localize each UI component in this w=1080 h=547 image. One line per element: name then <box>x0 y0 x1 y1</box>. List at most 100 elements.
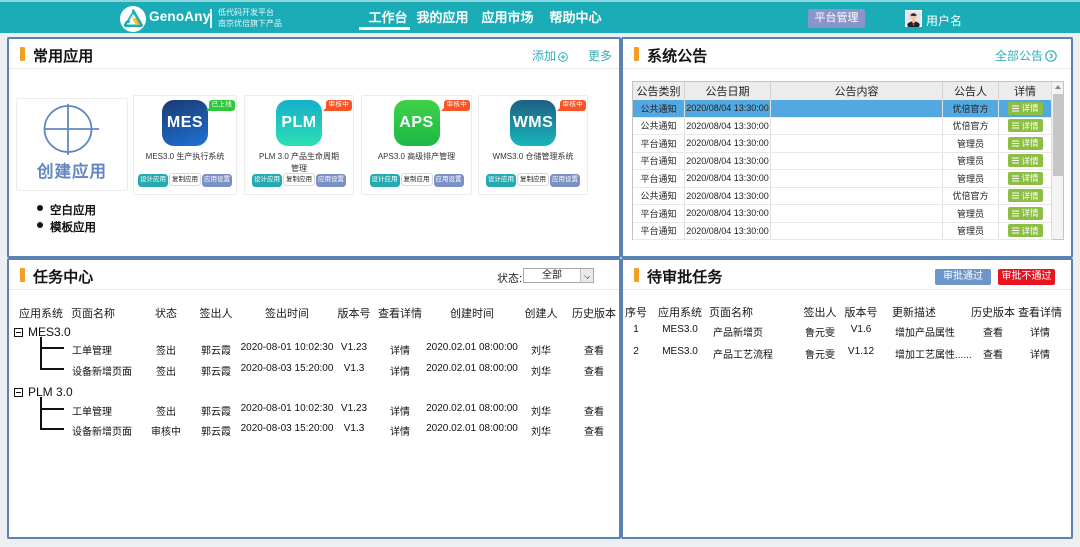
notice-detail-button[interactable]: 详情 <box>1008 172 1042 185</box>
notice-row[interactable]: 公共通知 2020/08/04 13:30:00 优倍官方 详情 <box>633 188 1052 206</box>
list-icon <box>1012 105 1019 112</box>
app-settings-button[interactable]: 应用设置 <box>550 174 580 187</box>
notice-type: 平台通知 <box>633 170 685 187</box>
notice-detail-button[interactable]: 详情 <box>1008 154 1042 167</box>
scrollbar-up-arrow[interactable] <box>1055 85 1061 89</box>
copy-app-button[interactable]: 复制应用 <box>517 173 549 186</box>
notice-detail-cell: 详情 <box>999 223 1052 240</box>
design-app-button[interactable]: 设计应用 <box>486 174 516 187</box>
approval-version: V1.6 <box>851 324 872 335</box>
notice-row[interactable]: 公共通知 2020/08/04 13:30:00 优倍官方 详情 <box>633 100 1052 118</box>
notice-detail-button[interactable]: 详情 <box>1008 224 1042 237</box>
task-detail-link[interactable]: 详情 <box>390 363 410 378</box>
design-app-button[interactable]: 设计应用 <box>370 174 400 187</box>
approval-detail-link[interactable]: 详情 <box>1030 346 1050 361</box>
approval-history-link[interactable]: 查看 <box>983 346 1003 361</box>
notice-date: 2020/08/04 13:30:00 <box>685 118 771 135</box>
copy-app-button[interactable]: 复制应用 <box>283 173 315 186</box>
notice-content <box>771 100 943 117</box>
add-app-link[interactable]: 添加 <box>532 47 568 64</box>
platform-admin-button[interactable]: 平台管理 <box>808 9 865 28</box>
approvals-col-header: 更新描述 <box>892 304 936 320</box>
list-icon <box>1012 122 1019 129</box>
tagline-line2: 南京优倍旗下产品 <box>218 19 282 30</box>
approval-detail-link[interactable]: 详情 <box>1030 324 1050 339</box>
scrollbar-thumb[interactable] <box>1053 94 1063 176</box>
app-card-mes[interactable]: MES 已上线 MES3.0 生产执行系统 设计应用 复制应用 应用设置 <box>133 95 237 195</box>
tasks-col-header: 历史版本 <box>572 305 616 321</box>
app-settings-button[interactable]: 应用设置 <box>316 174 346 187</box>
genoany-logo-icon[interactable] <box>120 6 146 32</box>
col-notice-date: 公告日期 <box>685 82 771 100</box>
notice-detail-button[interactable]: 详情 <box>1008 137 1042 150</box>
notice-type: 公共通知 <box>633 118 685 135</box>
design-app-button[interactable]: 设计应用 <box>252 174 282 187</box>
username-label[interactable]: 用户名 <box>926 12 962 29</box>
notice-detail-button[interactable]: 详情 <box>1008 119 1042 132</box>
panel-tasks-title: 任务中心 <box>33 266 93 287</box>
task-history-link[interactable]: 查看 <box>584 403 604 418</box>
tree-collapse-icon[interactable] <box>14 388 23 397</box>
notice-publisher: 管理员 <box>943 223 999 240</box>
create-app-card[interactable]: 创建应用 <box>16 98 128 191</box>
notice-publisher: 管理员 <box>943 153 999 170</box>
task-history-link[interactable]: 查看 <box>584 342 604 357</box>
notice-row[interactable]: 平台通知 2020/08/04 13:30:00 管理员 详情 <box>633 223 1052 241</box>
notice-publisher: 优倍官方 <box>943 188 999 205</box>
arrow-circle-icon <box>1045 50 1057 62</box>
notices-table-header: 公告类别 公告日期 公告内容 公告人 详情 <box>633 82 1052 100</box>
task-detail-link[interactable]: 详情 <box>390 342 410 357</box>
app-card-plm[interactable]: PLM 审核中 PLM 3.0 产品生命周期管理 设计应用 复制应用 应用设置 <box>244 95 354 195</box>
task-detail-link[interactable]: 详情 <box>390 423 410 438</box>
task-history-link[interactable]: 查看 <box>584 423 604 438</box>
tree-line <box>40 408 64 410</box>
app-settings-button[interactable]: 应用设置 <box>434 174 464 187</box>
notice-detail-button[interactable]: 详情 <box>1008 207 1042 220</box>
nav-tab-workbench[interactable]: 工作台 <box>364 2 412 35</box>
notice-row[interactable]: 公共通知 2020/08/04 13:30:00 优倍官方 详情 <box>633 118 1052 136</box>
notice-detail-label: 详情 <box>1021 172 1038 184</box>
more-apps-link[interactable]: 更多 <box>588 47 612 64</box>
copy-app-button[interactable]: 复制应用 <box>169 173 201 186</box>
notice-publisher: 管理员 <box>943 135 999 152</box>
notices-scrollbar[interactable] <box>1051 82 1063 239</box>
app-card-wms[interactable]: WMS 审核中 WMS3.0 仓储管理系统 设计应用 复制应用 应用设置 <box>478 95 588 195</box>
all-notices-link[interactable]: 全部公告 <box>995 47 1057 64</box>
notice-date: 2020/08/04 13:30:00 <box>685 188 771 205</box>
app-card-aps[interactable]: APS 审核中 APS3.0 高级排产管理 设计应用 复制应用 应用设置 <box>361 95 472 195</box>
app-icon-wms: WMS <box>510 100 556 146</box>
app-settings-button[interactable]: 应用设置 <box>202 174 232 187</box>
task-history-link[interactable]: 查看 <box>584 363 604 378</box>
copy-app-button[interactable]: 复制应用 <box>401 173 433 186</box>
notice-row[interactable]: 平台通知 2020/08/04 13:30:00 管理员 详情 <box>633 205 1052 223</box>
blank-app-option[interactable]: 空白应用 <box>50 202 96 218</box>
task-creator: 刘华 <box>531 363 551 378</box>
notice-detail-button[interactable]: 详情 <box>1008 102 1042 115</box>
tree-collapse-icon[interactable] <box>14 328 23 337</box>
tree-group-label[interactable]: PLM 3.0 <box>28 385 73 399</box>
notice-row[interactable]: 平台通知 2020/08/04 13:30:00 管理员 详情 <box>633 153 1052 171</box>
notice-detail-cell: 详情 <box>999 153 1052 170</box>
nav-tab-my-apps[interactable]: 我的应用 <box>415 2 470 35</box>
approval-history-link[interactable]: 查看 <box>983 324 1003 339</box>
notice-detail-cell: 详情 <box>999 170 1052 187</box>
notice-content <box>771 205 943 222</box>
notice-detail-button[interactable]: 详情 <box>1008 189 1042 202</box>
task-detail-link[interactable]: 详情 <box>390 403 410 418</box>
orange-marker <box>634 47 639 61</box>
template-app-option[interactable]: 模板应用 <box>50 219 96 235</box>
panel-task-center: 任务中心 状态: 全部 应用系统 页面名称 状态 签出人 签出时间 版本号 查看… <box>7 258 621 539</box>
status-filter-label: 状态: <box>497 270 522 286</box>
tree-group-label[interactable]: MES3.0 <box>28 325 71 339</box>
user-avatar[interactable] <box>905 10 922 27</box>
approve-button[interactable]: 审批通过 <box>935 269 991 285</box>
nav-tab-help-center[interactable]: 帮助中心 <box>548 2 603 35</box>
notice-type: 公共通知 <box>633 100 685 117</box>
select-chevron-icon[interactable] <box>580 269 593 282</box>
notice-row[interactable]: 平台通知 2020/08/04 13:30:00 管理员 详情 <box>633 135 1052 153</box>
nav-tab-app-market[interactable]: 应用市场 <box>480 2 535 35</box>
status-filter-select[interactable]: 全部 <box>523 268 594 283</box>
design-app-button[interactable]: 设计应用 <box>138 174 168 187</box>
reject-button[interactable]: 审批不通过 <box>998 269 1055 285</box>
notice-row[interactable]: 平台通知 2020/08/04 13:30:00 管理员 详情 <box>633 170 1052 188</box>
